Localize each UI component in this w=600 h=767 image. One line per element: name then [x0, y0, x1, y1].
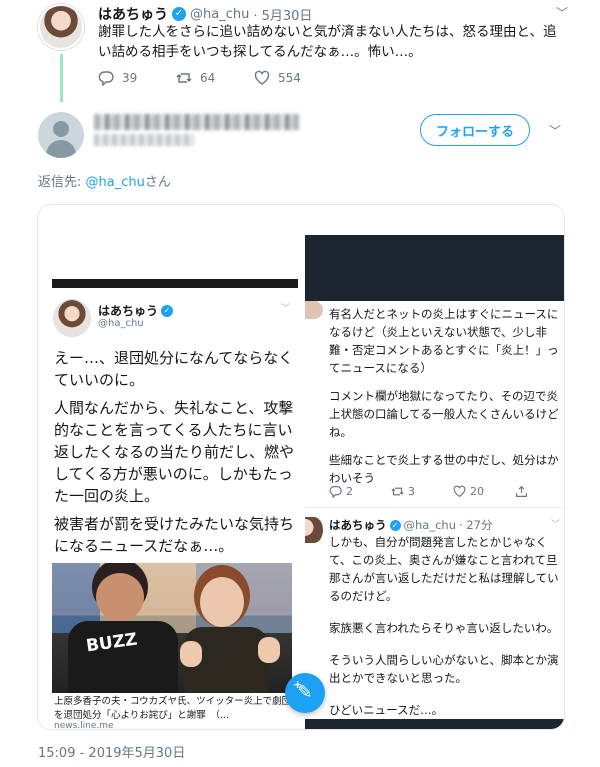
embedded-paragraph: 被害者が罰を受けたみたいな気持ちになるニュースだなぁ…。: [54, 515, 295, 555]
default-avatar[interactable]: [38, 112, 84, 158]
embedded-paragraph: しかも、自分が問題発言したとかじゃなくて、この炎上、奥さんが嫌なこと言われて旦那…: [329, 535, 559, 603]
parent-handle[interactable]: @ha_chu: [190, 7, 249, 22]
reply-to-label: 返信先:: [38, 175, 82, 190]
blurred-handle: [94, 134, 194, 146]
like-button[interactable]: 554: [254, 70, 332, 86]
embedded-name-text: はあちゅう: [98, 304, 159, 318]
embedded-paragraph: 家族悪く言われたらそりゃ言い返したいわ。: [329, 621, 559, 635]
embedded-actions: 2 3 20: [329, 485, 564, 498]
embedded-retweet: 3: [391, 485, 453, 498]
screenshot-right[interactable]: 有名人だとネットの炎上はすぐにニュースになるけど（炎上といえない状態で、少し非難…: [303, 205, 564, 729]
reply-count: 39: [122, 71, 138, 85]
embedded-reply-text: 有名人だとネットの炎上はすぐにニュースになるけど（炎上といえない状態で、少し非難…: [329, 305, 559, 497]
embedded-name: はあちゅう ✓: [98, 302, 174, 319]
like-count: 554: [278, 71, 301, 85]
embedded-retweet-count: 3: [408, 485, 415, 498]
reply-to-line: 返信先: @ha_chuさん: [38, 171, 171, 190]
chevron-down-icon: ﹀: [280, 304, 290, 314]
share-icon: [516, 485, 527, 497]
embedded-reply: 2: [329, 485, 391, 498]
dark-footer-block: [305, 719, 564, 729]
parent-date[interactable]: · 5月30日: [253, 5, 312, 24]
cropped-avatar: [305, 301, 323, 319]
reply-button[interactable]: 39: [98, 70, 176, 86]
embedded-tweet-text-2: しかも、自分が問題発言したとかじゃなくて、この炎上、奥さんが嫌なこと言われて旦那…: [329, 533, 561, 729]
parent-more-chevron-down-icon[interactable]: ﹀: [556, 4, 568, 21]
parent-header: はあちゅう ✓ @ha_chu · 5月30日: [98, 4, 312, 24]
reply-to-handle[interactable]: @ha_chu: [86, 175, 145, 190]
thread-line: [60, 54, 63, 102]
dark-header-block: [305, 235, 564, 301]
parent-tweet: はあちゅう ✓ @ha_chu · 5月30日 ﹀ 謝罪した人をさらに追い詰めな…: [0, 0, 600, 102]
embedded-paragraph: 些細なことで炎上する世の中だし、処分はかわいそう: [329, 453, 559, 485]
embedded-avatar: [54, 300, 90, 336]
embedded-paragraph: 有名人だとネットの炎上はすぐにニュースになるけど（炎上といえない状態で、少し非難…: [329, 307, 559, 375]
reply-timestamp[interactable]: 15:09 - 2019年5月30日: [38, 742, 185, 761]
embedded-reply-count: 2: [346, 485, 353, 498]
reply-to-suffix: さん: [144, 175, 171, 190]
embedded-paragraph: 人間なんだから、失礼なこと、攻撃的なことを言ってくる人たちに言い返したくなるの当…: [54, 399, 295, 505]
reply-icon: [98, 71, 114, 86]
parent-actions: 39 64 554: [98, 70, 332, 86]
embedded-paragraph: えー…、退団処分になんてならなくていいのに。: [54, 349, 294, 389]
embedded-handle-2: @ha_chu: [403, 518, 457, 532]
embedded-share: [515, 485, 564, 498]
embedded-handle: @ha_chu: [98, 318, 144, 329]
embedded-header-2: はあちゅう ✓ @ha_chu · 27分: [329, 517, 492, 533]
retweet-icon: [176, 73, 192, 83]
follow-button[interactable]: フォローする: [420, 114, 530, 146]
screenshot-left[interactable]: はあちゅう ✓ @ha_chu ﹀ えー…、退団処分になんてならなくていいのに。…: [38, 205, 300, 730]
embedded-paragraph: ひどいニュースだ…。: [329, 703, 444, 717]
embedded-paragraph: コメント欄が地獄になってたり、その辺で炎上状態の口論してる一般人たくさんいるけど…: [329, 389, 559, 439]
verified-icon: ✓: [389, 519, 401, 531]
plus-icon: +: [293, 678, 303, 691]
heart-icon: [254, 70, 270, 85]
cropped-avatar: [305, 517, 323, 543]
parent-avatar[interactable]: [38, 4, 84, 50]
embedded-tweet-text: えー…、退団処分になんてならなくていいのに。 人間なんだから、失礼なこと、攻撃的…: [54, 347, 298, 563]
embedded-time-2: · 27分: [459, 518, 493, 532]
chevron-down-icon: ﹀: [550, 520, 560, 530]
news-photo: BUZZ: [52, 563, 292, 693]
embedded-name-2: はあちゅう: [329, 518, 387, 532]
news-source: news.line.me: [54, 721, 114, 730]
news-caption: 上原多香子の夫・コウカズヤ氏、ツイッター炎上で劇団を退団処分「心よりお詫び」と謝…: [54, 696, 292, 721]
retweet-button[interactable]: 64: [176, 70, 254, 86]
retweet-count: 64: [200, 71, 216, 85]
reply-header: フォローする ﹀: [0, 104, 600, 160]
verified-icon: ✓: [161, 304, 174, 317]
reply-more-chevron-down-icon[interactable]: ﹀: [549, 122, 561, 139]
divider: [305, 507, 564, 508]
verified-icon: ✓: [172, 7, 186, 21]
blurred-display-name: [94, 114, 299, 130]
compose-tweet-button: ✎ +: [285, 673, 325, 713]
embedded-like: 20: [453, 485, 515, 498]
heart-icon: [453, 485, 466, 498]
retweet-icon: [391, 487, 404, 496]
attached-media[interactable]: はあちゅう ✓ @ha_chu ﹀ えー…、退団処分になんてならなくていいのに。…: [37, 204, 565, 730]
embedded-like-count: 20: [470, 485, 484, 498]
dark-bar: [52, 279, 298, 288]
parent-name[interactable]: はあちゅう: [98, 4, 168, 24]
reply-icon: [329, 486, 342, 498]
parent-tweet-text: 謝罪した人をさらに追い詰めないと気が済まない人たちは、怒る理由と、追い詰める相手…: [98, 24, 557, 60]
embedded-paragraph: そういう人間らしい心がないと、脚本とか演出とかできないと思った。: [329, 653, 559, 685]
